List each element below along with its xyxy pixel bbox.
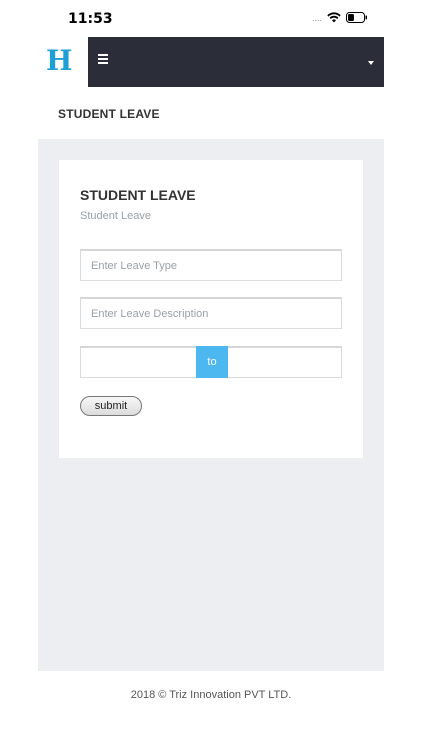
app-logo[interactable]: H xyxy=(46,44,72,77)
date-range: to xyxy=(80,346,342,378)
leave-description-input[interactable] xyxy=(80,297,342,329)
signal-icon: .... xyxy=(311,12,322,23)
footer-copyright: 2018 © Triz Innovation PVT LTD. xyxy=(130,689,292,701)
date-to-input[interactable] xyxy=(228,348,341,378)
battery-icon xyxy=(346,12,368,23)
leave-form-card: STUDENT LEAVE Student Leave to submit xyxy=(59,160,363,458)
card-title: STUDENT LEAVE xyxy=(80,187,196,203)
card-subtitle: Student Leave xyxy=(80,210,151,222)
status-icons: .... xyxy=(312,12,368,23)
page-title: STUDENT LEAVE xyxy=(58,107,160,121)
date-from-input[interactable] xyxy=(81,348,196,378)
status-bar: 11:53 .... xyxy=(0,0,422,36)
caret-down-icon[interactable] xyxy=(368,61,374,65)
content-area: STUDENT LEAVE Student Leave to submit xyxy=(38,139,384,671)
leave-type-input[interactable] xyxy=(80,249,342,281)
top-navbar xyxy=(88,37,384,87)
submit-button[interactable]: submit xyxy=(80,396,142,416)
menu-icon[interactable] xyxy=(98,52,110,72)
status-time: 11:53 xyxy=(68,11,113,27)
wifi-icon xyxy=(327,12,341,23)
date-separator: to xyxy=(196,346,228,378)
